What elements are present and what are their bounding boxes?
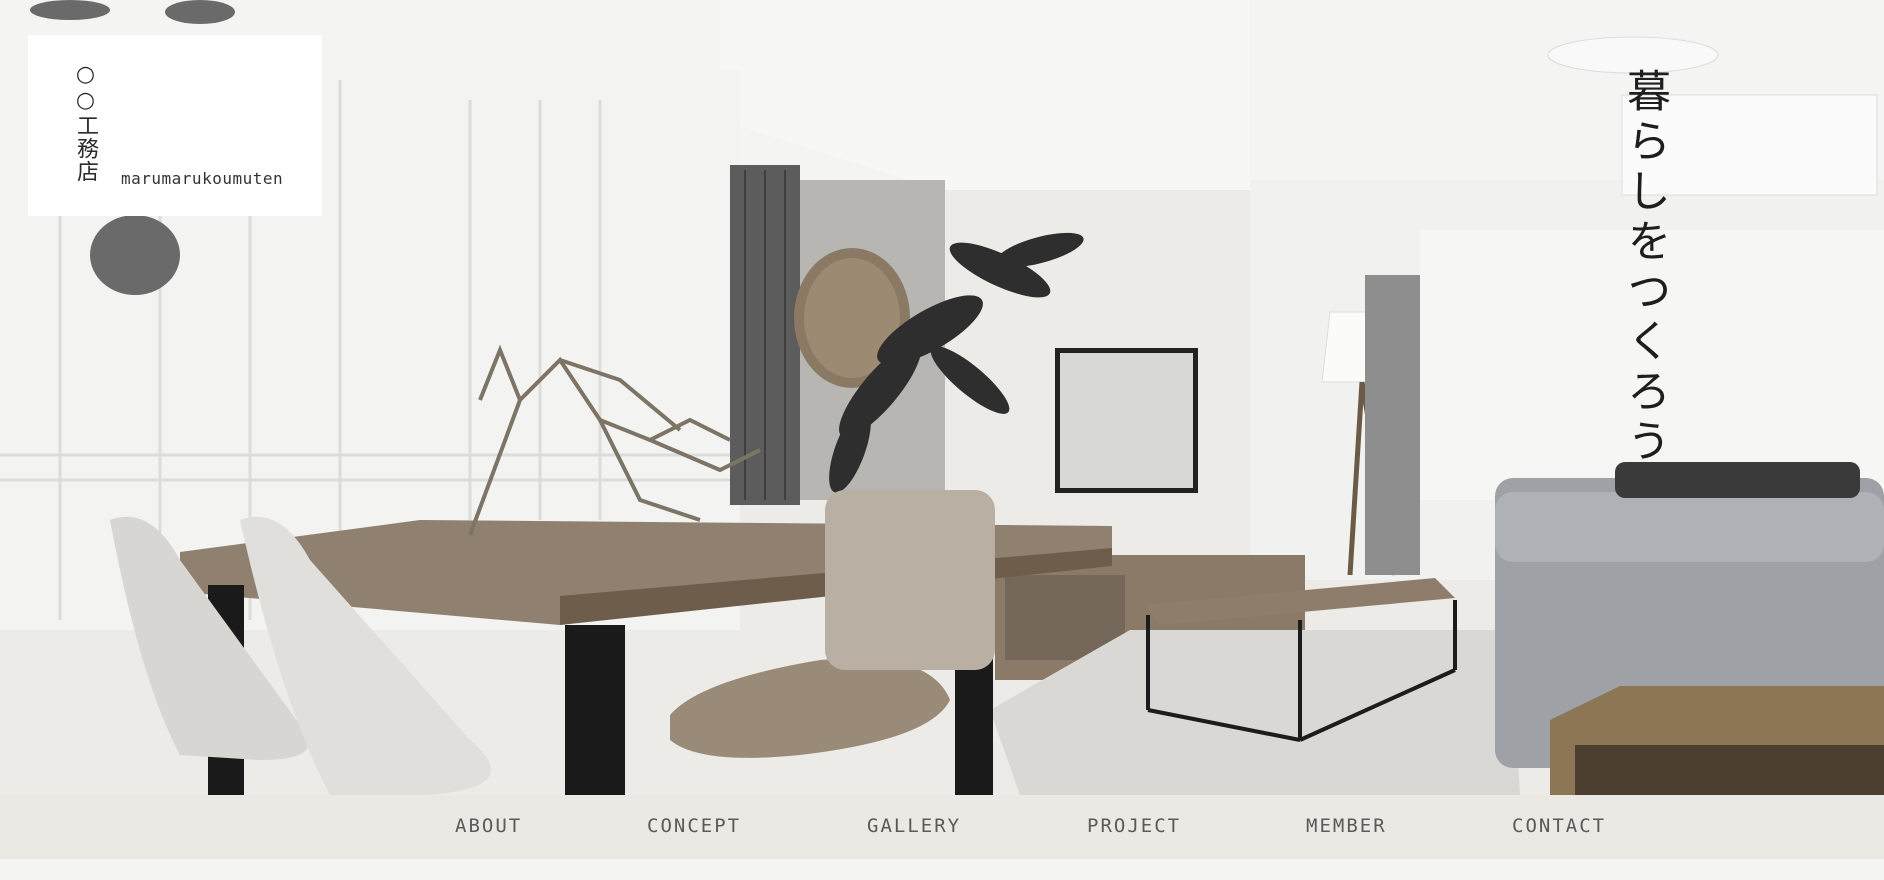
- hero-tagline: 暮らしをつくろう: [1619, 68, 1670, 468]
- nav-item-about[interactable]: ABOUT: [455, 815, 522, 837]
- nav-item-project[interactable]: PROJECT: [1087, 815, 1181, 837]
- nav-item-concept[interactable]: CONCEPT: [647, 815, 741, 837]
- nav-item-gallery[interactable]: GALLERY: [867, 815, 961, 837]
- main-nav: ABOUT CONCEPT GALLERY PROJECT MEMBER CON…: [0, 795, 1884, 859]
- nav-item-member[interactable]: MEMBER: [1306, 815, 1387, 837]
- nav-item-contact[interactable]: CONTACT: [1512, 815, 1606, 837]
- logo-name-en: marumarukoumuten: [121, 169, 284, 188]
- page-bottom-strip: [0, 859, 1884, 880]
- logo-name-ja: ○○工務店: [73, 62, 98, 183]
